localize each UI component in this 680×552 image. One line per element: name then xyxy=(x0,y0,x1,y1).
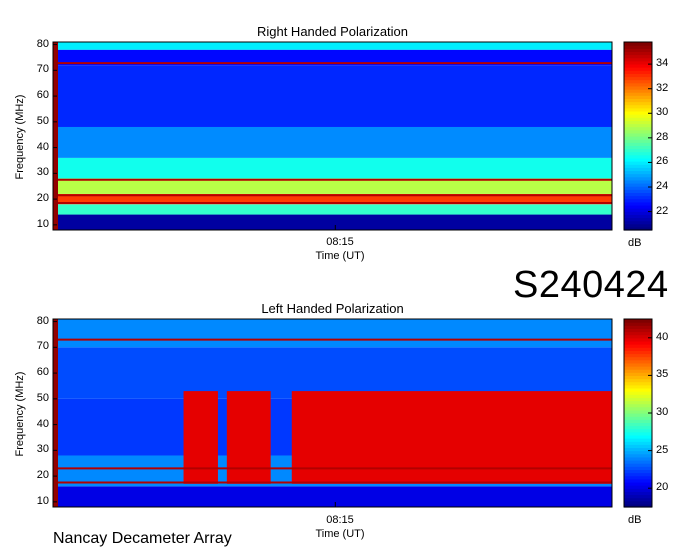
bottom-colorbar-tick-label: 20 xyxy=(656,481,669,494)
top-colorbar-tick-label: 28 xyxy=(656,130,669,143)
bottom-emission-block xyxy=(226,391,271,484)
bottom-y-axis-label: Frequency (MHz) xyxy=(14,371,26,457)
bottom-colorbar-unit: dB xyxy=(628,514,642,526)
top-y-tick-label: 30 xyxy=(36,166,49,179)
bottom-y-tick-label: 10 xyxy=(36,494,49,507)
bottom-colorbar-tick-label: 30 xyxy=(656,406,669,418)
bottom-band xyxy=(57,486,612,507)
top-band xyxy=(57,42,612,50)
bottom-colorbar-tick-label: 35 xyxy=(656,368,669,381)
bottom-y-tick-label: 20 xyxy=(36,469,49,482)
top-band xyxy=(57,178,612,194)
top-colorbar-tick-label: 34 xyxy=(656,57,669,70)
top-y-axis-label: Frequency (MHz) xyxy=(14,94,26,180)
bottom-y-tick-label: 60 xyxy=(36,366,49,379)
top-band xyxy=(57,65,612,127)
top-band xyxy=(57,214,612,230)
bottom-emission-block xyxy=(291,391,612,484)
bottom-x-axis-label: Time (UT) xyxy=(315,528,365,540)
top-y-tick-label: 70 xyxy=(36,63,49,76)
bottom-y-tick-label: 50 xyxy=(36,391,49,404)
bottom-colorbar-tick-label: 40 xyxy=(656,330,669,343)
top-colorbar-tick-label: 32 xyxy=(656,81,669,94)
bottom-emission-block xyxy=(183,391,218,484)
top-colorbar-tick-label: 30 xyxy=(656,106,669,119)
bottom-colorbar-tick-label: 25 xyxy=(656,443,669,456)
top-x-axis-label: Time (UT) xyxy=(315,250,365,262)
bottom-band xyxy=(57,319,612,348)
top-band xyxy=(57,157,612,179)
top-band xyxy=(57,126,612,158)
top-colorbar-unit: dB xyxy=(628,237,642,249)
bottom-y-tick-label: 70 xyxy=(36,340,49,353)
top-y-tick-label: 20 xyxy=(36,192,49,205)
top-colorbar-tick-label: 22 xyxy=(656,204,669,217)
top-y-tick-label: 10 xyxy=(36,217,49,230)
bottom-x-tick-0815: 08:15 xyxy=(326,514,354,526)
top-y-tick-label: 80 xyxy=(36,37,49,50)
top-colorbar-tick-label: 26 xyxy=(656,155,669,168)
top-y-tick-label: 60 xyxy=(36,89,49,102)
bottom-y-tick-label: 30 xyxy=(36,443,49,456)
bottom-y-tick-label: 80 xyxy=(36,314,49,327)
bottom-y-tick-label: 40 xyxy=(36,417,49,430)
bottom-colorbar-step xyxy=(624,319,652,323)
bottom-chart-title: Left Handed Polarization xyxy=(261,301,404,316)
top-colorbar-step xyxy=(624,42,652,46)
top-y-tick-label: 50 xyxy=(36,114,49,127)
top-band xyxy=(57,204,612,215)
footer-label: Nancay Decameter Array xyxy=(53,530,232,547)
top-colorbar-tick-label: 24 xyxy=(656,179,669,192)
top-x-tick-0815: 08:15 xyxy=(326,236,354,248)
top-y-tick-label: 40 xyxy=(36,140,49,153)
